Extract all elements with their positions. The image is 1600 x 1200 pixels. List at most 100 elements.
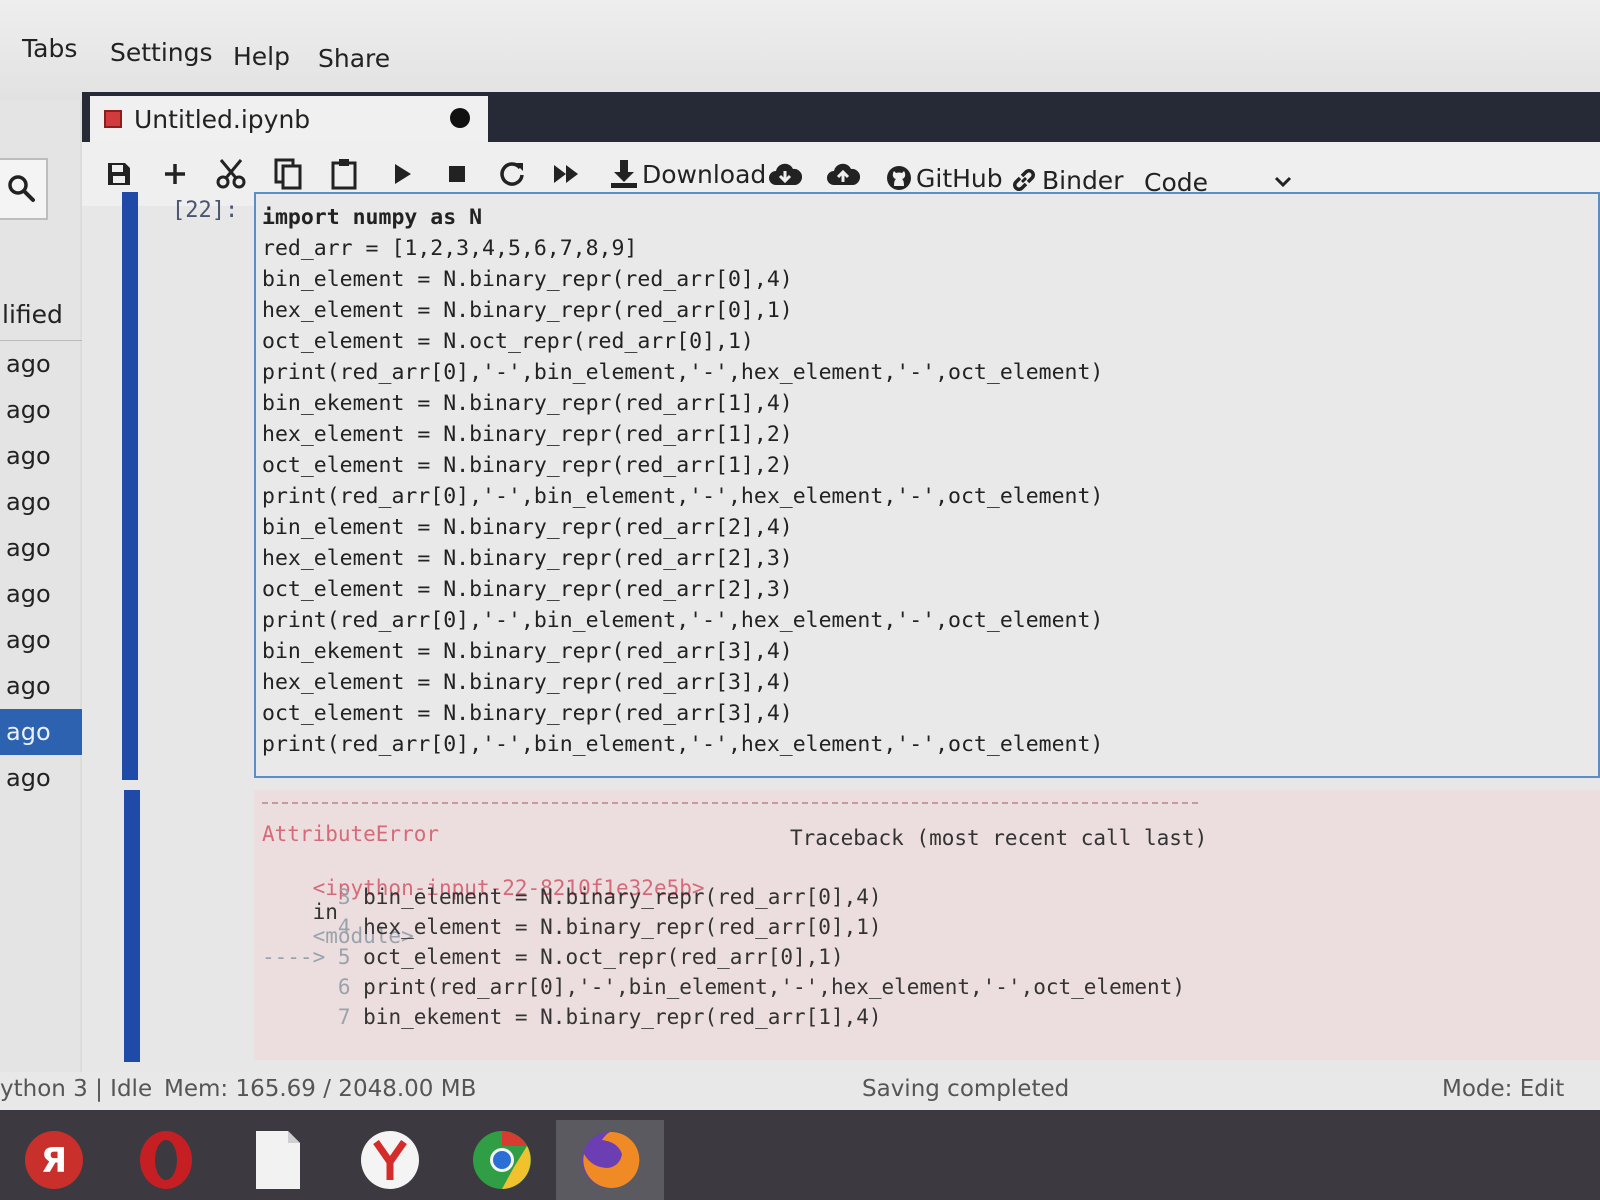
files-icon	[256, 1131, 300, 1189]
cloud-upload-button[interactable]	[826, 156, 860, 192]
file-list-item[interactable]: ago	[0, 663, 82, 709]
cell-input-collapser[interactable]	[122, 192, 138, 780]
paste-icon	[331, 159, 357, 190]
editor-mode[interactable]: Mode: Edit	[1442, 1076, 1564, 1102]
os-taskbar: Я	[0, 1110, 1600, 1200]
traceback-line-number: 3	[262, 885, 364, 909]
cell-output-collapser[interactable]	[124, 790, 140, 1062]
tab-title: Untitled.ipynb	[134, 104, 311, 134]
traceback-line-number: 4	[262, 915, 364, 939]
tab-untitled-notebook[interactable]: Untitled.ipynb	[90, 96, 488, 142]
plus-icon	[165, 164, 185, 184]
search-button[interactable]	[0, 158, 48, 220]
github-icon	[887, 166, 911, 190]
traceback-line: 4 hex_element = N.binary_repr(red_arr[0]…	[262, 912, 1185, 942]
save-icon	[108, 163, 130, 185]
cloud-download-icon	[769, 163, 802, 185]
save-button[interactable]	[106, 156, 132, 192]
code-line: bin_ekement = N.binary_repr(red_arr[3],4…	[262, 639, 793, 664]
file-list-item[interactable]: ago	[0, 755, 82, 801]
code-line: oct_element = N.binary_repr(red_arr[2],3…	[262, 577, 793, 602]
play-icon	[395, 164, 411, 184]
insert-cell-button[interactable]	[162, 156, 188, 192]
copy-cell-button[interactable]	[274, 156, 302, 192]
kernel-status[interactable]: ython 3 | Idle	[0, 1076, 152, 1102]
file-browser-list: lified ago ago ago ago ago ago ago ago ago ago	[0, 290, 82, 801]
refresh-icon	[500, 162, 524, 186]
yandex-browser-icon: Я	[25, 1131, 83, 1189]
traceback-line-code: print(red_arr[0],'-',bin_element,'-',hex…	[363, 975, 1185, 999]
tab-bar: Untitled.ipynb	[82, 92, 1600, 142]
error-name: AttributeError	[262, 822, 440, 846]
code-cell-editor[interactable]: import numpy as N red_arr = [1,2,3,4,5,6,…	[254, 192, 1600, 778]
file-list-item[interactable]: ago	[0, 387, 82, 433]
traceback-line-code: oct_element = N.oct_repr(red_arr[0],1)	[363, 945, 844, 969]
restart-kernel-button[interactable]	[498, 156, 526, 192]
traceback-line-code: hex_element = N.binary_repr(red_arr[0],1…	[363, 915, 882, 939]
interrupt-kernel-button[interactable]	[446, 156, 468, 192]
cut-cell-button[interactable]	[216, 156, 246, 192]
cell-output-error: AttributeError Traceback (most recent ca…	[254, 790, 1600, 1060]
code-line: import numpy as N	[262, 205, 483, 230]
column-header-last-modified[interactable]: lified	[0, 290, 82, 341]
code-line: hex_element = N.binary_repr(red_arr[1],2…	[262, 422, 793, 447]
code-line: bin_ekement = N.binary_repr(red_arr[1],4…	[262, 391, 793, 416]
link-icon	[1013, 169, 1035, 191]
svg-text:Я: Я	[41, 1141, 67, 1181]
task-yandex[interactable]	[336, 1120, 444, 1200]
scissors-icon	[216, 159, 246, 189]
file-list-item[interactable]: ago	[0, 433, 82, 479]
file-list-item[interactable]: ago	[0, 709, 82, 755]
code-line: print(red_arr[0],'-',bin_element,'-',hex…	[262, 608, 1104, 633]
copy-icon	[274, 158, 302, 190]
file-list-item[interactable]: ago	[0, 479, 82, 525]
download-icon	[611, 160, 637, 188]
firefox-icon	[582, 1131, 640, 1188]
menu-help[interactable]: Help	[233, 42, 290, 71]
chrome-icon	[473, 1131, 531, 1189]
code-line: print(red_arr[0],'-',bin_element,'-',hex…	[262, 360, 1104, 385]
code-line: oct_element = N.binary_repr(red_arr[1],2…	[262, 453, 793, 478]
opera-icon	[140, 1131, 192, 1189]
code-line: hex_element = N.binary_repr(red_arr[2],3…	[262, 546, 793, 571]
task-yandex-browser[interactable]: Я	[0, 1120, 108, 1200]
download-button[interactable]: Download	[610, 156, 766, 192]
task-chrome[interactable]	[448, 1120, 556, 1200]
traceback-line-code: bin_ekement = N.binary_repr(red_arr[1],4…	[363, 1005, 882, 1029]
traceback-line: 7 bin_ekement = N.binary_repr(red_arr[1]…	[262, 1002, 1185, 1032]
file-list-item[interactable]: ago	[0, 525, 82, 571]
memory-usage: Mem: 165.69 / 2048.00 MB	[164, 1076, 477, 1102]
menu-share[interactable]: Share	[318, 44, 390, 73]
code-line: red_arr = [1,2,3,4,5,6,7,8,9]	[262, 236, 638, 261]
file-list-item[interactable]: ago	[0, 571, 82, 617]
menu-bar: Tabs Settings Help Share	[0, 0, 1600, 100]
task-firefox[interactable]	[556, 1120, 664, 1200]
code-line: oct_element = N.binary_repr(red_arr[3],4…	[262, 701, 793, 726]
github-button[interactable]: GitHub	[886, 160, 1003, 196]
restart-run-all-button[interactable]	[552, 156, 582, 192]
traceback-line-number: 6	[262, 975, 364, 999]
menu-settings[interactable]: Settings	[110, 38, 213, 67]
menu-tabs[interactable]: Tabs	[22, 34, 77, 63]
code-line: bin_element = N.binary_repr(red_arr[0],4…	[262, 267, 793, 292]
traceback-line: 3 bin_element = N.binary_repr(red_arr[0]…	[262, 882, 1185, 912]
code-line: hex_element = N.binary_repr(red_arr[3],4…	[262, 670, 793, 695]
file-list-item[interactable]: ago	[0, 341, 82, 387]
code-line: print(red_arr[0],'-',bin_element,'-',hex…	[262, 732, 1104, 757]
paste-cell-button[interactable]	[330, 156, 358, 192]
run-cell-button[interactable]	[392, 156, 414, 192]
traceback-line: 6 print(red_arr[0],'-',bin_element,'-',h…	[262, 972, 1185, 1002]
file-list-item[interactable]: ago	[0, 617, 82, 663]
fast-forward-icon	[554, 165, 578, 183]
execution-count: [22]:	[172, 198, 239, 223]
task-files[interactable]	[224, 1120, 332, 1200]
code-line: bin_element = N.binary_repr(red_arr[2],4…	[262, 515, 793, 540]
cloud-download-button[interactable]	[768, 156, 802, 192]
code-line: hex_element = N.binary_repr(red_arr[0],1…	[262, 298, 793, 323]
chevron-down-icon	[1274, 176, 1292, 188]
search-icon	[8, 175, 35, 202]
traceback-header: Traceback (most recent call last)	[790, 826, 1208, 850]
unsaved-indicator-icon[interactable]	[450, 108, 470, 128]
task-opera[interactable]	[112, 1120, 220, 1200]
traceback-line-number: 7	[262, 1005, 364, 1029]
